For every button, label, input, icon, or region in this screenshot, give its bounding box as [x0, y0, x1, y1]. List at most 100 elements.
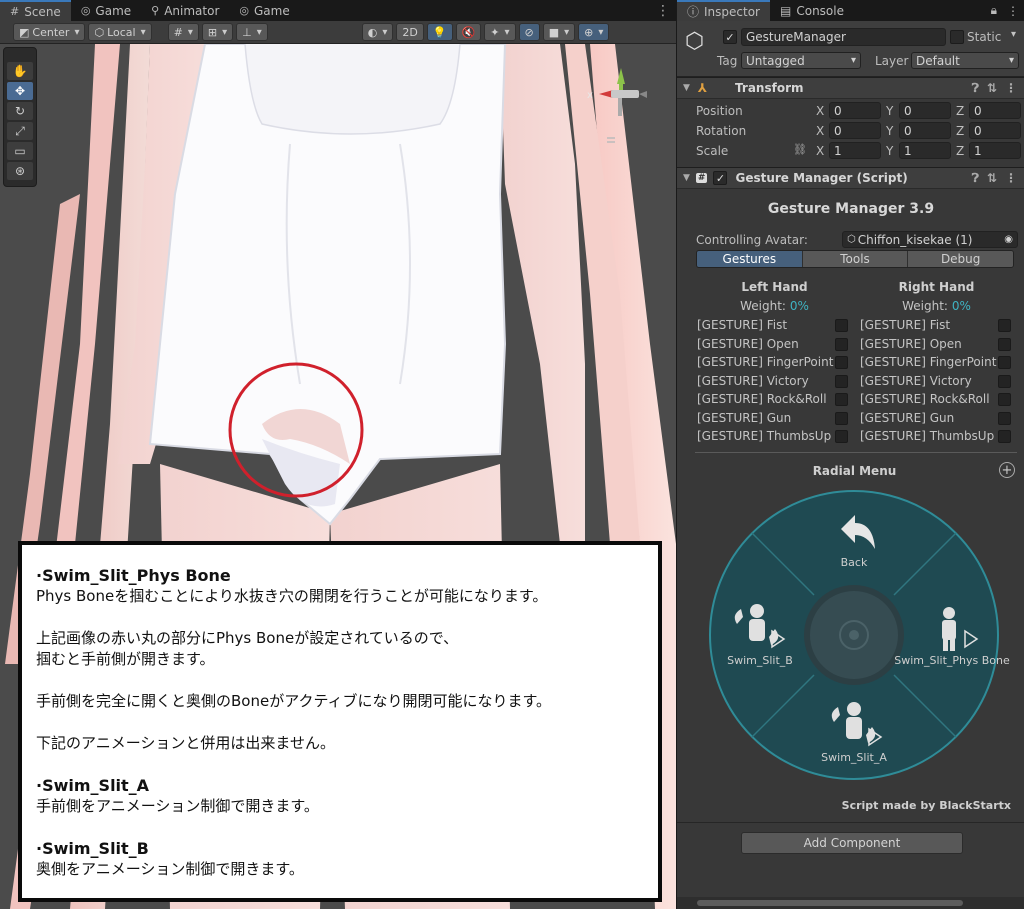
help-icon[interactable]: ❓︎ [972, 81, 979, 96]
transform-tool-icon[interactable]: ⊛ [7, 162, 33, 180]
static-checkbox[interactable] [950, 30, 964, 44]
rotate-tool-icon[interactable]: ↻ [7, 102, 33, 120]
right-weight: Weight: 0% [902, 299, 971, 313]
more-options-icon[interactable]: ⋮ [656, 3, 670, 19]
add-component-button[interactable]: Add Component [741, 832, 963, 854]
radial-back-label[interactable]: Back [709, 556, 999, 569]
lock-icon[interactable]: 🔒︎ [991, 3, 997, 18]
right-gesture-toggle[interactable] [998, 356, 1011, 369]
link-scale-icon[interactable]: ⛓ [793, 143, 807, 156]
orientation-gizmo[interactable]: x [585, 58, 660, 158]
gesture-manager-header[interactable]: ▼ # ✓ Gesture Manager (Script) ❓︎ ⇅ ⋮ [677, 167, 1024, 189]
chevron-down-icon: ▾ [1008, 55, 1014, 66]
camera-dropdown[interactable]: ■ [542, 23, 576, 41]
tab-game[interactable]: ◎ Game [71, 0, 141, 21]
scale-z-field[interactable]: 1 [969, 142, 1021, 159]
right-gesture-toggle[interactable] [998, 337, 1011, 351]
add-radial-icon[interactable]: + [999, 462, 1015, 478]
static-label: Static [967, 30, 1002, 44]
note-line: 掴むと手前側が開きます。 [36, 650, 215, 668]
radial-menu[interactable]: Back Swim_Slit_B Swim_Slit_Phys Bone Swi… [709, 489, 1010, 781]
tab-tools[interactable]: Tools [802, 251, 909, 267]
rect-tool-icon[interactable]: ▭ [7, 142, 33, 160]
rotation-x-field[interactable]: 0 [829, 122, 881, 139]
grid-snap-dropdown[interactable]: # [167, 23, 199, 41]
move-tool-icon[interactable]: ✥ [7, 82, 33, 100]
right-gesture-toggle[interactable] [998, 393, 1011, 406]
layer-label: Layer [875, 54, 909, 68]
transform-header[interactable]: ▼ ⅄ Transform ❓︎ ⇅ ⋮ [677, 77, 1024, 99]
right-gesture-toggle[interactable] [998, 430, 1011, 443]
preset-icon[interactable]: ⇅ [987, 81, 997, 95]
object-header: ⬡ ✓ GestureManager Static ▾ Tag Untagged… [677, 21, 1024, 77]
tab-gestures[interactable]: Gestures [697, 251, 803, 267]
scale-y-field[interactable]: 1 [899, 142, 951, 159]
tab-animator[interactable]: ⚲ Animator [141, 0, 229, 21]
shading-mode-dropdown[interactable]: ◐ [361, 23, 394, 41]
gizmos-dropdown[interactable]: ⊕ [578, 23, 610, 41]
right-gesture-toggle[interactable] [998, 319, 1011, 332]
visibility-toggle[interactable]: ⊘ [518, 23, 540, 41]
2d-toggle[interactable]: 2D [396, 23, 424, 41]
left-gesture-toggle[interactable] [835, 356, 848, 369]
axis-x-label: X [816, 104, 825, 118]
tab-console[interactable]: ▤ Console [770, 0, 854, 21]
pivot-dropdown[interactable]: ◩ Center [13, 23, 86, 41]
transform-body: Position X 0 Y 0 Z 0 Rotation X 0 Y 0 Z … [677, 99, 1024, 167]
tab-inspector[interactable]: ⓘ Inspector [677, 0, 770, 21]
note-line: Phys Boneを掴むことにより水抜き穴の開閉を行うことが可能になります。 [36, 587, 548, 605]
controlling-avatar-field[interactable]: ⬡ Chiffon_kisekae (1) ◉ [842, 231, 1018, 248]
component-menu-icon[interactable]: ⋮ [1005, 81, 1017, 95]
scale-label: Scale [696, 144, 729, 158]
tab-game-2[interactable]: ◎ Game [229, 0, 299, 21]
left-gesture-toggle[interactable] [835, 430, 848, 443]
animator-icon: ⚲ [151, 4, 160, 17]
left-gesture-toggle[interactable] [835, 319, 848, 332]
rotation-z-field[interactable]: 0 [969, 122, 1021, 139]
tag-dropdown[interactable]: Untagged ▾ [741, 52, 861, 69]
console-icon: ▤ [780, 3, 792, 18]
globe-icon: ⊕ [584, 25, 594, 39]
effects-icon: ✦ [490, 25, 500, 39]
horizontal-scrollbar[interactable] [677, 897, 1024, 909]
space-dropdown[interactable]: ⬡ Local [88, 23, 152, 41]
tab-scene[interactable]: # Scene [0, 0, 71, 21]
left-gesture-toggle[interactable] [835, 411, 848, 425]
active-checkbox[interactable]: ✓ [723, 30, 737, 44]
scrollbar-thumb[interactable] [697, 900, 963, 906]
right-gesture-toggle[interactable] [998, 374, 1011, 388]
component-menu-icon[interactable]: ⋮ [1005, 171, 1017, 185]
left-gesture-toggle[interactable] [835, 374, 848, 388]
note-line: 手前側を完全に開くと奥側のBoneがアクティブになり開閉可能になります。 [36, 692, 552, 710]
left-weight: Weight: 0% [740, 299, 809, 313]
lighting-toggle[interactable]: 💡 [426, 23, 453, 41]
radial-slit-a-label[interactable]: Swim_Slit_A [709, 751, 999, 764]
help-icon[interactable]: ❓︎ [972, 171, 979, 186]
rotation-y-field[interactable]: 0 [899, 122, 951, 139]
radial-slit-b-label[interactable]: Swim_Slit_B [715, 654, 805, 667]
scale-x-field[interactable]: 1 [829, 142, 881, 159]
static-dropdown-arrow[interactable]: ▾ [1011, 29, 1016, 40]
position-y-field[interactable]: 0 [899, 102, 951, 119]
left-gesture-toggle[interactable] [835, 337, 848, 351]
position-z-field[interactable]: 0 [969, 102, 1021, 119]
preset-icon[interactable]: ⇅ [987, 171, 997, 185]
align-dropdown[interactable]: ⊥ [236, 23, 268, 41]
scale-tool-icon[interactable]: ⤢ [7, 122, 33, 140]
left-gesture-toggle[interactable] [835, 393, 848, 406]
hand-tool-icon[interactable]: ✋ [7, 62, 33, 80]
component-enabled-checkbox[interactable]: ✓ [713, 171, 728, 185]
position-x-field[interactable]: 0 [829, 102, 881, 119]
more-options-icon[interactable]: ⋮ [1007, 4, 1019, 18]
snap-increment-dropdown[interactable]: ⊞ [201, 23, 234, 41]
layer-dropdown[interactable]: Default ▾ [911, 52, 1019, 69]
radial-menu-title: Radial Menu [812, 464, 897, 478]
tab-debug[interactable]: Debug [908, 251, 1013, 267]
axis-z-label: Z [956, 104, 965, 118]
effects-dropdown[interactable]: ✦ [484, 23, 516, 41]
object-picker-icon[interactable]: ◉ [1004, 234, 1013, 245]
object-name-field[interactable]: GestureManager [741, 28, 946, 46]
right-gesture-toggle[interactable] [998, 411, 1011, 425]
audio-toggle[interactable]: 🔇 [455, 23, 482, 41]
radial-phys-bone-label[interactable]: Swim_Slit_Phys Bone [887, 654, 1017, 667]
